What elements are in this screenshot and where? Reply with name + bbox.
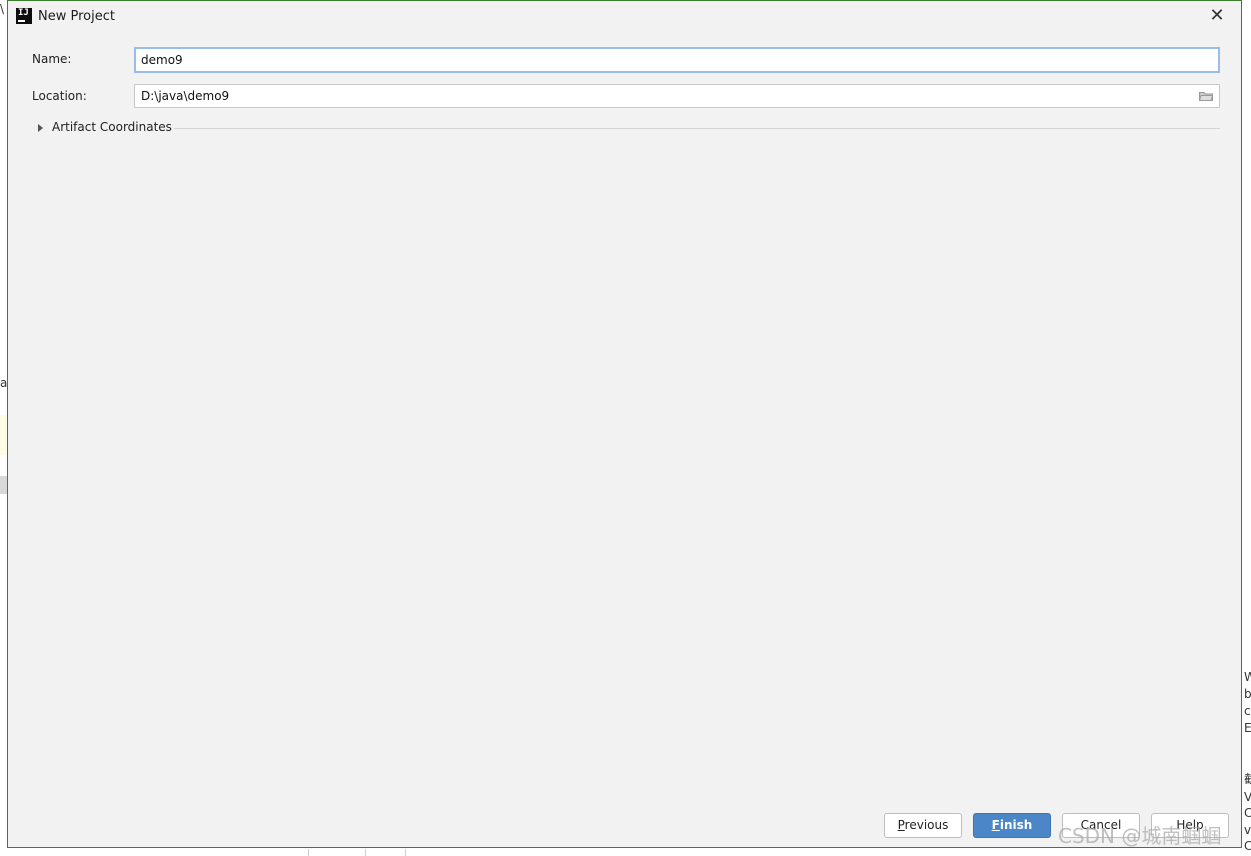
background-text: b	[1244, 687, 1251, 701]
background-text: c	[1244, 704, 1251, 718]
section-divider	[174, 128, 1220, 129]
background-text: \	[0, 2, 5, 16]
new-project-dialog: IJ New Project ✕ Name: Location: Artifac…	[7, 0, 1242, 848]
previous-label: revious	[904, 818, 949, 832]
location-label: Location:	[32, 89, 87, 103]
dialog-titlebar: IJ New Project ✕	[8, 1, 1241, 31]
finish-label: inish	[999, 818, 1033, 832]
background-text: 截	[1244, 772, 1251, 786]
background-divider	[365, 849, 366, 856]
folder-browse-icon[interactable]	[1199, 91, 1213, 101]
background-divider	[308, 849, 309, 856]
background-text: W	[1244, 670, 1251, 684]
background-window-right: W b c E 截 V C v C	[1243, 0, 1251, 856]
artifact-coordinates-label: Artifact Coordinates	[52, 120, 172, 134]
name-input[interactable]	[134, 47, 1220, 73]
background-text: v	[1244, 823, 1251, 837]
background-text: C	[1244, 806, 1251, 820]
previous-mnemonic: P	[897, 818, 905, 832]
intellij-app-icon: IJ	[16, 8, 32, 24]
finish-mnemonic: F	[991, 818, 1000, 832]
background-text: E	[1244, 721, 1251, 735]
background-divider	[405, 849, 406, 856]
watermark: CSDN @城南蝈蝈	[1058, 824, 1222, 848]
background-window-bottom	[8, 849, 1243, 856]
name-label: Name:	[32, 52, 72, 66]
background-text: V	[1244, 790, 1251, 804]
artifact-coordinates-toggle[interactable]: Artifact Coordinates	[36, 120, 1220, 136]
previous-button[interactable]: Previous	[884, 813, 962, 838]
finish-button[interactable]: Finish	[973, 813, 1051, 838]
dialog-title: New Project	[38, 9, 115, 24]
location-field	[134, 84, 1220, 108]
background-text: C	[1244, 839, 1251, 853]
location-input[interactable]	[135, 85, 1197, 107]
close-icon[interactable]: ✕	[1207, 6, 1227, 26]
chevron-right-icon	[38, 124, 43, 132]
